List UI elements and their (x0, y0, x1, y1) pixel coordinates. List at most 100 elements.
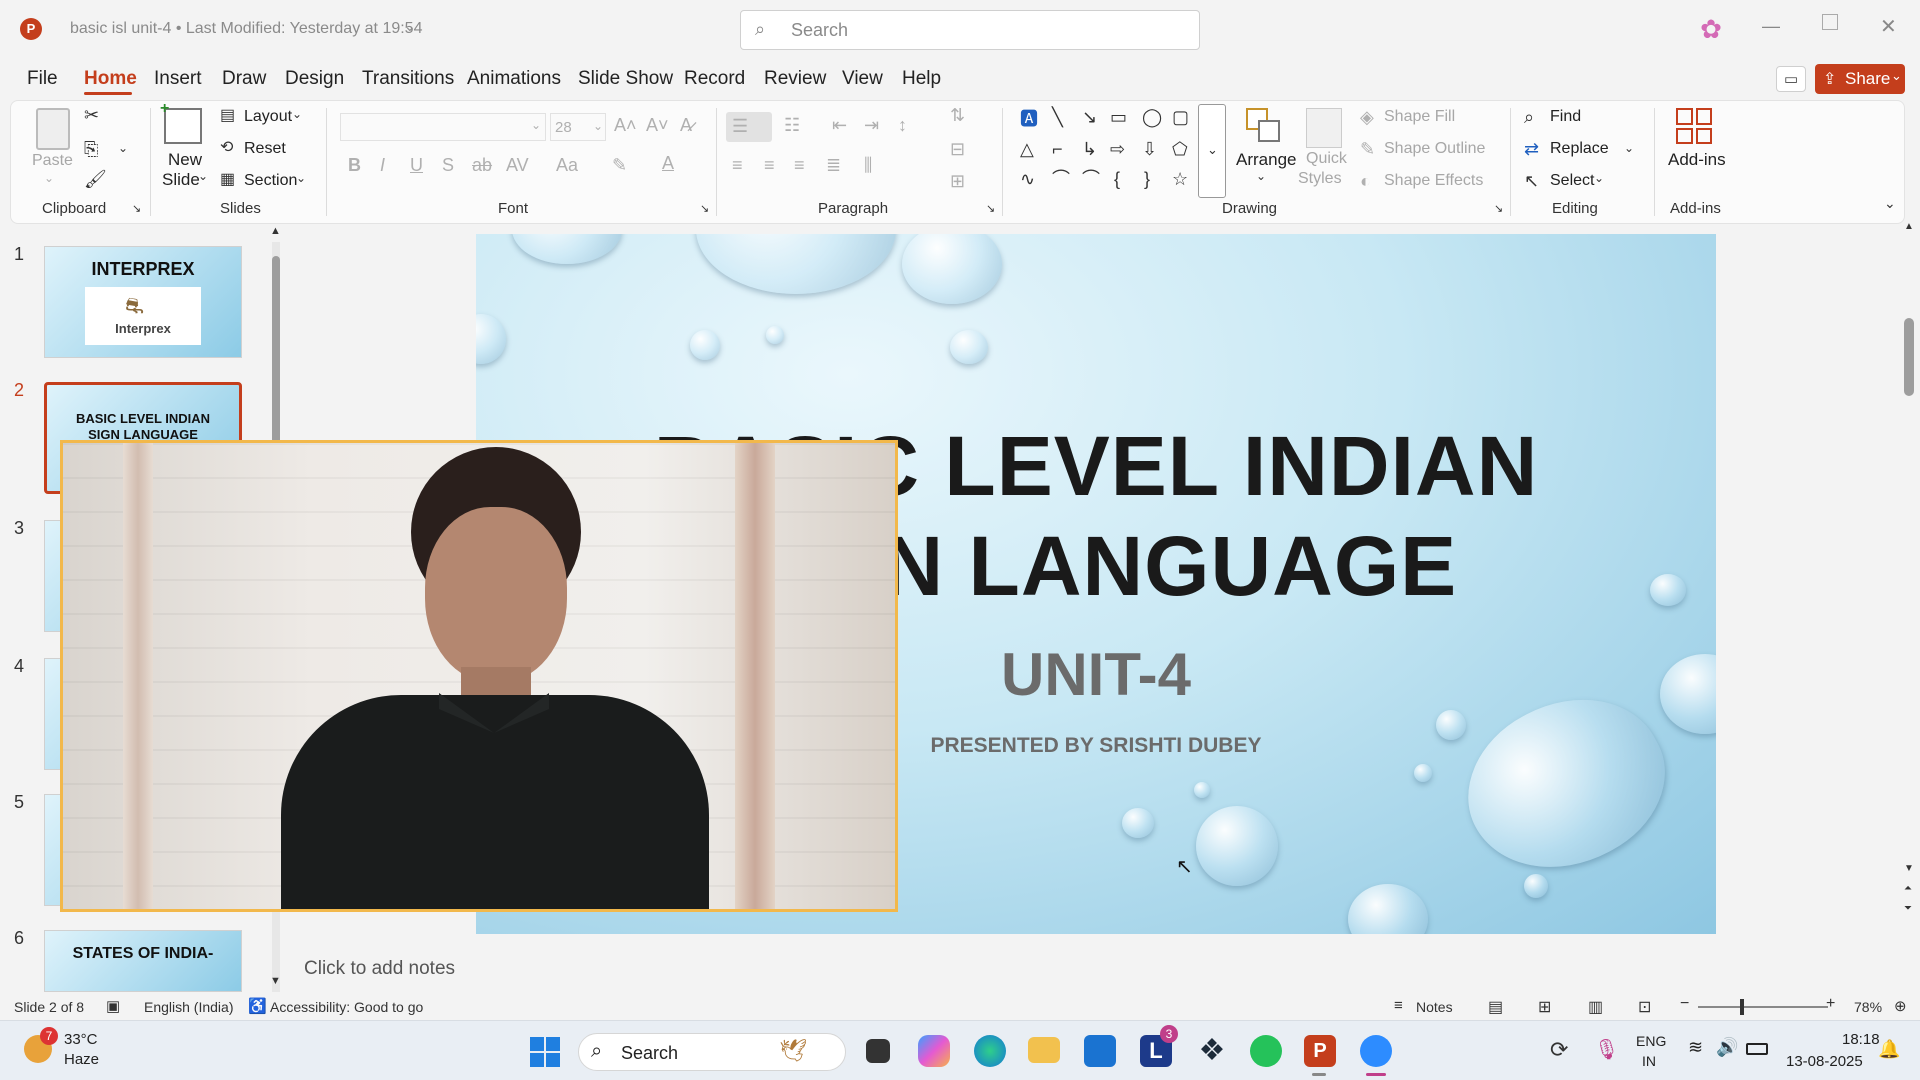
align-right-icon[interactable]: ≡ (794, 156, 805, 174)
curve-icon[interactable]: ⌒ (1082, 170, 1100, 188)
shape-fill-label[interactable]: Shape Fill (1384, 108, 1455, 126)
elbow-connector-icon[interactable]: ⌐ (1052, 140, 1063, 158)
shadow-icon[interactable]: S (442, 156, 454, 174)
reset-icon[interactable]: ⟲ (220, 140, 233, 156)
star-icon[interactable]: ☆ (1172, 170, 1188, 188)
slide-counter[interactable]: Slide 2 of 8 (14, 999, 84, 1015)
document-title[interactable]: basic isl unit-4 • Last Modified: Yester… (70, 20, 422, 38)
format-painter-icon[interactable]: 🖌 (84, 170, 107, 188)
cut-icon[interactable]: ✂ (84, 106, 99, 124)
font-launcher-icon[interactable]: ↘ (700, 204, 709, 215)
menu-insert[interactable]: Insert (154, 68, 202, 90)
clock-date[interactable]: 13-08-2025 (1786, 1053, 1863, 1070)
align-left-icon[interactable]: ≡ (732, 156, 743, 174)
align-center-icon[interactable]: ≡ (764, 156, 775, 174)
menu-file[interactable]: File (27, 68, 58, 90)
replace-label[interactable]: Replace (1550, 140, 1609, 158)
weather-temp[interactable]: 33°C (64, 1031, 98, 1048)
comments-button[interactable]: ▭ (1776, 66, 1806, 92)
windows-start-icon[interactable] (530, 1037, 560, 1067)
right-brace-icon[interactable]: } (1144, 170, 1150, 188)
accessibility-icon[interactable]: ♿ (248, 997, 267, 1015)
add-ins-label[interactable]: Add-ins (1668, 150, 1726, 170)
increase-indent-icon[interactable]: ⇥ (864, 116, 879, 134)
oval-icon[interactable]: ◯ (1142, 108, 1162, 126)
microphone-icon[interactable]: 🎙 (1594, 1037, 1619, 1062)
paste-label[interactable]: Paste (32, 152, 73, 170)
menu-help[interactable]: Help (902, 68, 941, 90)
decrease-font-icon[interactable]: A˅ (646, 116, 669, 134)
increase-font-icon[interactable]: A˄ (614, 116, 637, 134)
notes-button[interactable]: ≡ Notes (1392, 995, 1462, 1019)
shapes-gallery[interactable]: 🅰 ╲ ↘ ▭ ◯ ▢ △ ⌐ ↳ ⇨ ⇩ ⬠ ∿ ⌒ ⌒ { } ☆ ⌄ (1014, 104, 1226, 198)
down-arrow-icon[interactable]: ⇩ (1142, 140, 1157, 158)
slide-scroll-down-icon[interactable]: ▼ (1904, 864, 1914, 874)
paste-icon[interactable] (36, 108, 70, 150)
select-chevron-icon[interactable]: ⌄ (1594, 172, 1604, 184)
arrange-chevron-icon[interactable]: ⌄ (1256, 170, 1266, 182)
search-box[interactable]: ⌕ Search (740, 10, 1200, 50)
accessibility-status[interactable]: Accessibility: Good to go (270, 999, 423, 1015)
menu-slide-show[interactable]: Slide Show (578, 68, 673, 90)
select-icon[interactable]: ↖ (1524, 172, 1539, 190)
underline-icon[interactable]: U (410, 156, 423, 174)
menu-record[interactable]: Record (684, 68, 745, 90)
find-icon[interactable]: ⌕ (1524, 108, 1534, 126)
menu-review[interactable]: Review (764, 68, 826, 90)
new-slide-chevron-icon[interactable]: ⌄ (198, 170, 208, 182)
new-slide-label-2[interactable]: Slide (162, 170, 200, 190)
shape-effects-label[interactable]: Shape Effects (1384, 172, 1483, 190)
slideshow-view-icon[interactable]: ⊡ (1638, 997, 1651, 1017)
zoom-icon[interactable] (1360, 1035, 1392, 1067)
taskbar-search[interactable]: ⌕ Search 🕊 (578, 1033, 846, 1071)
profile-avatar[interactable]: ✿ (1694, 14, 1728, 48)
dropbox-icon[interactable]: ❖ (1196, 1035, 1228, 1067)
align-text-icon[interactable]: ⊟ (950, 140, 965, 158)
left-brace-icon[interactable]: { (1114, 170, 1120, 188)
copilot-icon[interactable] (918, 1035, 950, 1067)
strikethrough-icon[interactable]: ab (472, 156, 492, 174)
layout-chevron-icon[interactable]: ⌄ (292, 108, 302, 120)
clear-format-icon[interactable]: A̷ (680, 116, 692, 134)
select-label[interactable]: Select (1550, 172, 1594, 190)
edge-icon[interactable] (974, 1035, 1006, 1067)
line-icon[interactable]: ╲ (1052, 108, 1063, 126)
language-indicator-2[interactable]: IN (1642, 1053, 1656, 1069)
file-explorer-icon[interactable] (1028, 1037, 1060, 1063)
thumb-scroll-down-icon[interactable]: ▼ (270, 976, 281, 987)
arrange-label[interactable]: Arrange (1236, 150, 1296, 170)
font-color-icon[interactable]: A (662, 154, 674, 172)
columns-icon[interactable]: ⫼ (864, 156, 872, 174)
shape-outline-icon[interactable]: ✎ (1360, 140, 1375, 158)
highlight-icon[interactable]: ✎ (612, 156, 627, 174)
language-indicator-1[interactable]: ENG (1636, 1033, 1666, 1049)
textbox-icon[interactable]: 🅰 (1020, 110, 1038, 128)
line-spacing-icon[interactable]: ↕ (898, 116, 907, 134)
menu-view[interactable]: View (842, 68, 883, 90)
section-label[interactable]: Section (244, 172, 297, 190)
battery-icon[interactable] (1746, 1043, 1768, 1055)
elbow-arrow-icon[interactable]: ↳ (1082, 140, 1097, 158)
zoom-in-icon[interactable]: + (1826, 995, 1835, 1013)
close-icon[interactable]: ✕ (1880, 14, 1897, 39)
reading-view-icon[interactable]: ▥ (1588, 997, 1603, 1017)
reset-label[interactable]: Reset (244, 140, 286, 158)
shape-fill-icon[interactable]: ◈ (1360, 108, 1374, 126)
collapse-ribbon-icon[interactable]: ⌄ (1884, 196, 1896, 210)
font-size-box[interactable]: 28 ⌄ (550, 113, 606, 141)
zoom-level[interactable]: 78% (1854, 999, 1882, 1015)
restore-icon[interactable] (1822, 14, 1838, 30)
layout-icon[interactable]: ▤ (220, 108, 235, 124)
arc-icon[interactable]: ⌒ (1052, 170, 1070, 188)
replace-icon[interactable]: ⇄ (1524, 140, 1539, 158)
font-name-box[interactable]: ⌄ (340, 113, 546, 141)
right-arrow-icon[interactable]: ⇨ (1110, 140, 1125, 158)
volume-icon[interactable]: 🔊 (1716, 1037, 1738, 1058)
whatsapp-icon[interactable] (1250, 1035, 1282, 1067)
slide-sorter-icon[interactable]: ⊞ (1538, 997, 1551, 1017)
decrease-indent-icon[interactable]: ⇤ (832, 116, 847, 134)
title-chevron-icon[interactable]: ⌄ (404, 18, 416, 35)
new-slide-icon[interactable]: + (160, 100, 202, 144)
add-ins-icon[interactable] (1676, 108, 1712, 144)
weather-desc[interactable]: Haze (64, 1051, 99, 1068)
